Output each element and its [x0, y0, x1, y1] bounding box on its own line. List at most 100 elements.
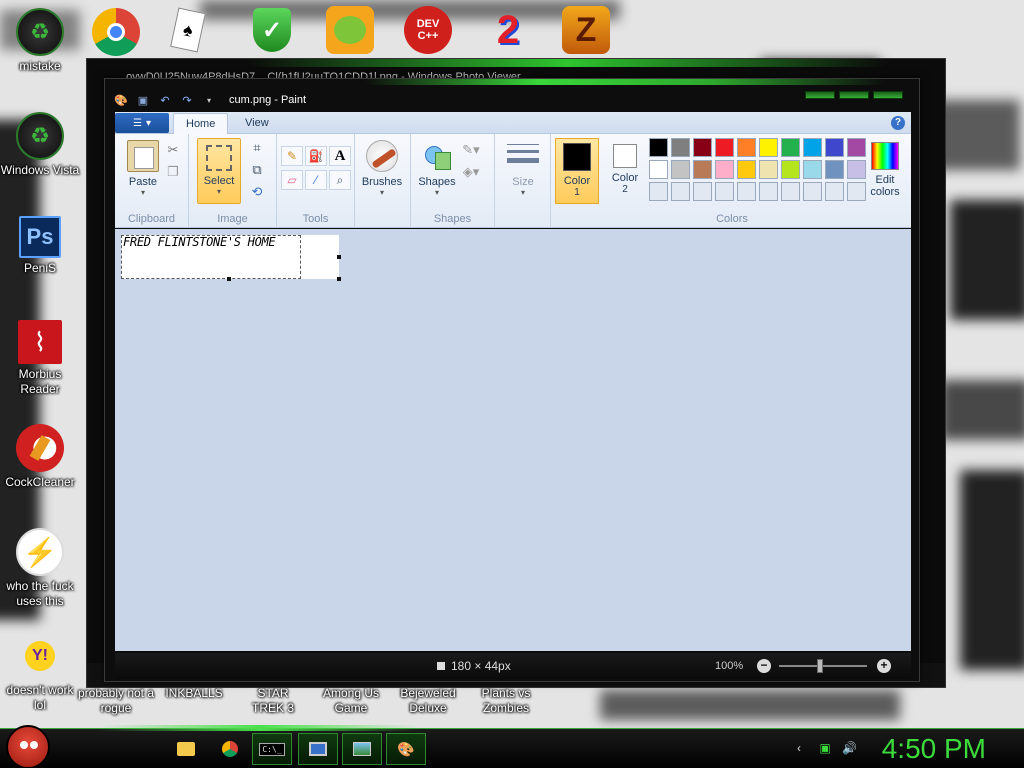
- quick-access-dropdown-icon[interactable]: ▾: [201, 93, 217, 107]
- edit-colors-button[interactable]: Edit colors: [863, 138, 907, 202]
- color1-button[interactable]: Color 1: [555, 138, 599, 204]
- palette-swatch[interactable]: [803, 182, 822, 201]
- desktop-icon-label: Windows Vista: [0, 163, 80, 177]
- photoshop-icon: Ps: [19, 216, 61, 258]
- desktop-icon-solitaire[interactable]: ♠: [148, 6, 228, 54]
- taskbar-chrome[interactable]: [210, 733, 250, 765]
- brushes-button[interactable]: Brushes ▾: [360, 138, 404, 202]
- magnifier-icon[interactable]: ⌕: [329, 170, 351, 190]
- undo-icon[interactable]: ↶: [157, 93, 173, 107]
- size-button[interactable]: Size ▾: [501, 138, 545, 202]
- palette-swatch[interactable]: [759, 182, 778, 201]
- show-hidden-icons-icon[interactable]: ‹: [792, 741, 806, 755]
- palette-swatch[interactable]: [693, 160, 712, 179]
- resize-icon[interactable]: ⧉: [247, 160, 267, 180]
- palette-swatch[interactable]: [759, 160, 778, 179]
- brush-icon: [366, 140, 398, 172]
- shapes-button[interactable]: Shapes ▾: [415, 138, 459, 202]
- outline-icon[interactable]: ✎▾: [461, 140, 481, 160]
- palette-swatch[interactable]: [693, 182, 712, 201]
- palette-swatch[interactable]: [715, 182, 734, 201]
- desktop-icon-morbius-reader[interactable]: ⌇ Morbius Reader: [0, 320, 80, 397]
- zoom-slider-thumb[interactable]: [817, 659, 823, 673]
- copy-icon[interactable]: ❐: [163, 162, 183, 182]
- tab-home[interactable]: Home: [173, 113, 229, 135]
- palette-swatch[interactable]: [671, 182, 690, 201]
- paint-window[interactable]: 🎨 ▣ ↶ ↷ ▾ cum.png - Paint ☰ ▾ Home View ?…: [104, 78, 920, 682]
- start-orb-eye: [20, 741, 28, 749]
- close-button[interactable]: [873, 91, 903, 99]
- palette-swatch[interactable]: [825, 138, 844, 157]
- canvas-area[interactable]: FRED FLINTSTONE'S HOME: [115, 229, 911, 651]
- palette-swatch[interactable]: [715, 138, 734, 157]
- palette-swatch[interactable]: [781, 182, 800, 201]
- palette-swatch[interactable]: [759, 138, 778, 157]
- file-menu-button[interactable]: ☰ ▾: [115, 113, 169, 133]
- clock[interactable]: 4:50 PM: [882, 733, 986, 765]
- desktop-icon-game-z[interactable]: Z: [546, 6, 626, 54]
- fill-icon[interactable]: ◈▾: [461, 162, 481, 182]
- palette-swatch[interactable]: [825, 182, 844, 201]
- crop-icon[interactable]: ⌗: [247, 138, 267, 158]
- desktop-icon-yahoo[interactable]: Y! doesn't work lol: [0, 632, 80, 713]
- cut-icon[interactable]: ✂: [163, 140, 183, 160]
- minimize-button[interactable]: [805, 91, 835, 99]
- window-glow: [365, 79, 885, 85]
- resize-handle[interactable]: [227, 277, 231, 281]
- palette-swatch[interactable]: [671, 160, 690, 179]
- palette-swatch[interactable]: [737, 182, 756, 201]
- palette-swatch[interactable]: [693, 138, 712, 157]
- help-icon[interactable]: ?: [891, 116, 905, 130]
- desktop-icon-security[interactable]: ✓: [232, 6, 312, 54]
- color2-button[interactable]: Color 2: [603, 138, 647, 202]
- text-icon[interactable]: A: [329, 146, 351, 166]
- resize-handle[interactable]: [337, 255, 341, 259]
- taskbar-photo-viewer[interactable]: [342, 733, 382, 765]
- taskbar-monitor[interactable]: [298, 733, 338, 765]
- palette-swatch[interactable]: [649, 182, 668, 201]
- start-button[interactable]: [6, 725, 50, 768]
- desktop-icon-photoshop[interactable]: Ps PeniS: [0, 216, 80, 276]
- desktop-icon-cockcleaner[interactable]: CockCleaner: [0, 424, 80, 490]
- zoom-slider[interactable]: [779, 665, 867, 667]
- taskbar-paint[interactable]: 🎨: [386, 733, 426, 765]
- save-icon[interactable]: ▣: [135, 93, 151, 107]
- desktop-icon-chrome[interactable]: [76, 8, 156, 56]
- desktop-icon-mistake[interactable]: ♻ mistake: [0, 8, 80, 74]
- palette-swatch[interactable]: [825, 160, 844, 179]
- action-center-icon[interactable]: ▣: [818, 741, 832, 755]
- eraser-icon[interactable]: ▱: [281, 170, 303, 190]
- resize-handle[interactable]: [337, 277, 341, 281]
- palette-swatch[interactable]: [803, 138, 822, 157]
- desktop-icon-devcpp[interactable]: DEV C++: [388, 6, 468, 54]
- palette-swatch[interactable]: [737, 138, 756, 157]
- palette-swatch[interactable]: [649, 138, 668, 157]
- taskbar-explorer[interactable]: [166, 733, 206, 765]
- desktop-icon-game-2[interactable]: 2: [468, 6, 548, 54]
- select-button[interactable]: Select ▾: [197, 138, 241, 204]
- palette-swatch[interactable]: [781, 138, 800, 157]
- volume-icon[interactable]: 🔊: [842, 741, 857, 755]
- color-picker-icon[interactable]: ⁄: [305, 170, 327, 190]
- redo-icon[interactable]: ↷: [179, 93, 195, 107]
- zoom-out-button[interactable]: −: [757, 659, 771, 673]
- title-bar[interactable]: 🎨 ▣ ↶ ↷ ▾ cum.png - Paint: [113, 89, 913, 111]
- palette-swatch[interactable]: [803, 160, 822, 179]
- paste-button[interactable]: Paste ▾: [121, 138, 165, 202]
- paint-app-icon[interactable]: 🎨: [113, 93, 129, 107]
- palette-swatch[interactable]: [715, 160, 734, 179]
- desktop-icon-windows-vista[interactable]: ♻ Windows Vista: [0, 112, 80, 178]
- tab-view[interactable]: View: [233, 113, 281, 135]
- maximize-button[interactable]: [839, 91, 869, 99]
- zoom-in-button[interactable]: +: [877, 659, 891, 673]
- taskbar-cmd[interactable]: C:\_: [252, 733, 292, 765]
- palette-swatch[interactable]: [737, 160, 756, 179]
- fill-bucket-icon[interactable]: ⛽: [305, 146, 327, 166]
- palette-swatch[interactable]: [781, 160, 800, 179]
- rotate-icon[interactable]: ⟲: [247, 182, 267, 202]
- pencil-icon[interactable]: ✎: [281, 146, 303, 166]
- palette-swatch[interactable]: [649, 160, 668, 179]
- desktop-icon-bad-piggies[interactable]: [310, 6, 390, 54]
- palette-swatch[interactable]: [671, 138, 690, 157]
- desktop-icon-lightning[interactable]: ⚡ who the fuck uses this: [0, 528, 80, 609]
